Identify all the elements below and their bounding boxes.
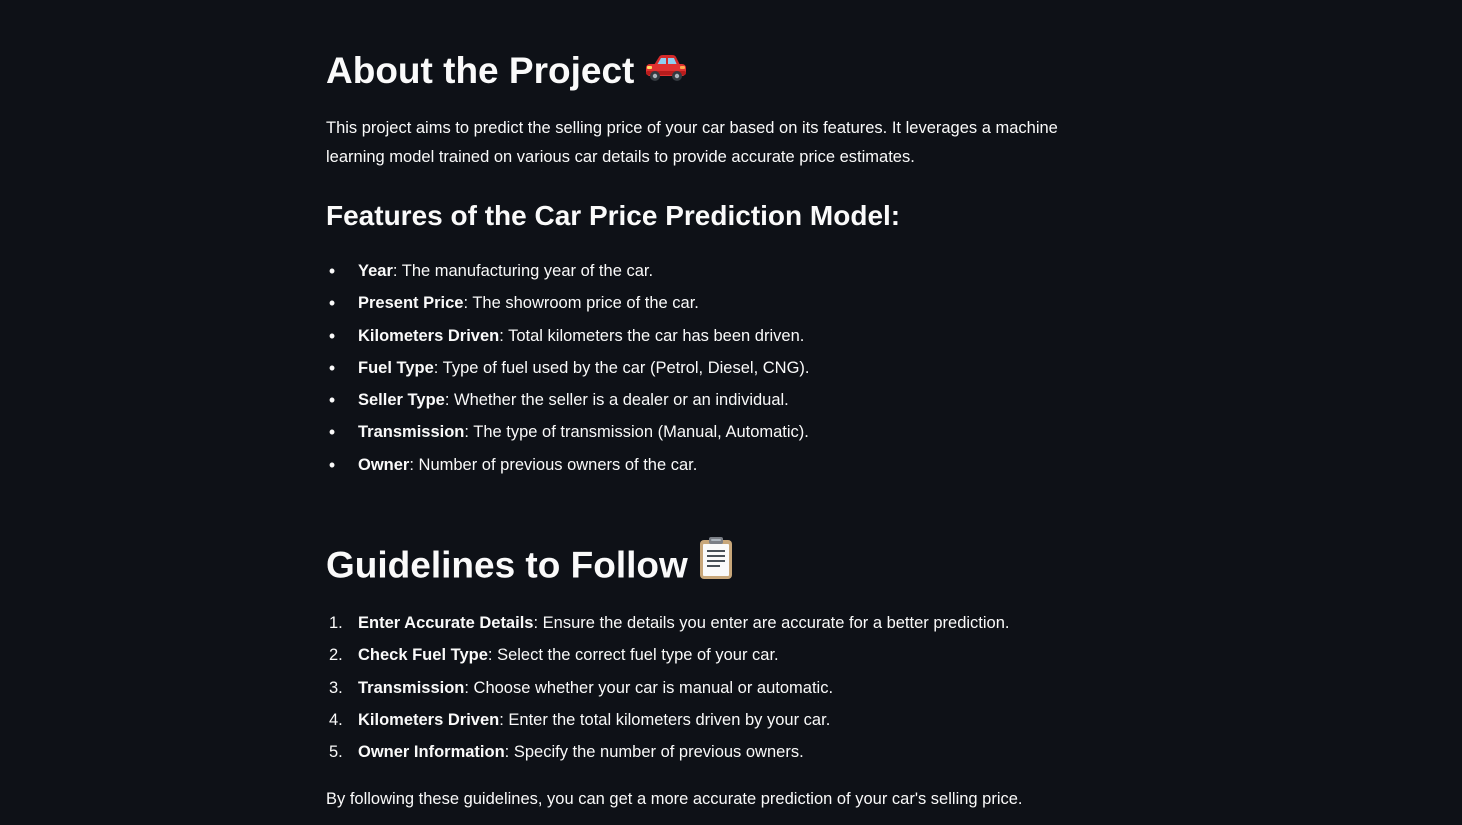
feature-term: Owner: [358, 455, 410, 474]
feature-term: Transmission: [358, 423, 465, 442]
list-item: • Seller Type: Whether the seller is a de…: [326, 387, 1086, 419]
feature-desc: : Whether the seller is a dealer or an i…: [444, 391, 789, 410]
feature-desc: : Total kilometers the car has been driv…: [499, 326, 805, 345]
bullet-icon: •: [328, 293, 336, 314]
feature-desc: : The showroom price of the car.: [463, 294, 699, 313]
guideline-term: Owner Information: [358, 743, 505, 762]
list-number: 1.: [329, 614, 343, 632]
about-heading-text: About the Project: [326, 50, 635, 91]
guidelines-list: 1. Enter Accurate Details: Ensure the det…: [326, 610, 1086, 771]
clipboard-icon: [698, 537, 734, 595]
guidelines-heading-text: Guidelines to Follow: [326, 544, 688, 586]
list-number: 2.: [329, 646, 343, 665]
list-item: • Transmission: The type of transmission …: [326, 419, 1086, 451]
feature-term: Seller Type: [358, 391, 445, 410]
feature-desc: : The manufacturing year of the car.: [392, 262, 654, 280]
about-heading: About the Project: [326, 48, 688, 96]
list-number: 4.: [329, 710, 343, 729]
feature-term: Fuel Type: [358, 358, 434, 377]
feature-term: Kilometers Driven: [358, 326, 500, 345]
list-item: 1. Enter Accurate Details: Ensure the det…: [326, 610, 1086, 642]
list-item: 2. Check Fuel Type: Select the correct fu…: [326, 642, 1086, 674]
about-intro: This project aims to predict the selling…: [326, 119, 1058, 166]
guideline-term: Check Fuel Type: [358, 646, 488, 665]
feature-desc: : The type of transmission (Manual, Auto…: [464, 423, 809, 442]
bullet-icon: •: [328, 390, 336, 411]
list-item: • Present Price: The showroom price of th…: [326, 290, 1086, 322]
feature-term: Year: [358, 262, 393, 280]
bullet-icon: •: [328, 454, 336, 475]
bullet-icon: •: [328, 422, 336, 443]
guideline-term: Kilometers Driven: [358, 710, 500, 729]
list-item: • Kilometers Driven: Total kilometers the…: [326, 323, 1086, 355]
feature-desc: : Number of previous owners of the car.: [409, 455, 698, 474]
guideline-term: Transmission: [358, 678, 465, 697]
car-icon: [644, 50, 688, 96]
features-heading: Features of the Car Price Prediction Mod…: [326, 200, 901, 231]
guideline-desc: : Specify the number of previous owners.: [504, 743, 804, 762]
list-item: 3. Transmission: Choose whether your car …: [326, 675, 1086, 707]
list-item: • Fuel Type: Type of fuel used by the car…: [326, 355, 1086, 387]
feature-term: Present Price: [358, 294, 464, 313]
bullet-icon: •: [328, 261, 336, 281]
list-number: 5.: [329, 743, 343, 762]
guideline-desc: : Enter the total kilometers driven by y…: [499, 710, 831, 729]
list-item: 4. Kilometers Driven: Enter the total kil…: [326, 707, 1086, 739]
list-item: • Owner: Number of previous owners of the…: [326, 452, 1086, 484]
guideline-desc: : Select the correct fuel type of your c…: [487, 646, 779, 665]
list-item: • Year: The manufacturing year of the car…: [326, 258, 1086, 290]
guideline-desc: : Ensure the details you enter are accur…: [533, 614, 1010, 632]
list-item: 5. Owner Information: Specify the number …: [326, 739, 1086, 771]
features-list: • Year: The manufacturing year of the car…: [326, 258, 1086, 484]
guideline-term: Enter Accurate Details: [358, 614, 534, 632]
bullet-icon: •: [328, 325, 336, 346]
guideline-desc: : Choose whether your car is manual or a…: [464, 678, 834, 697]
guidelines-closing: By following these guidelines, you can g…: [326, 790, 1023, 808]
bullet-icon: •: [328, 357, 336, 378]
list-number: 3.: [329, 678, 343, 697]
guidelines-heading: Guidelines to Follow: [326, 537, 734, 595]
feature-desc: : Type of fuel used by the car (Petrol, …: [433, 358, 810, 377]
